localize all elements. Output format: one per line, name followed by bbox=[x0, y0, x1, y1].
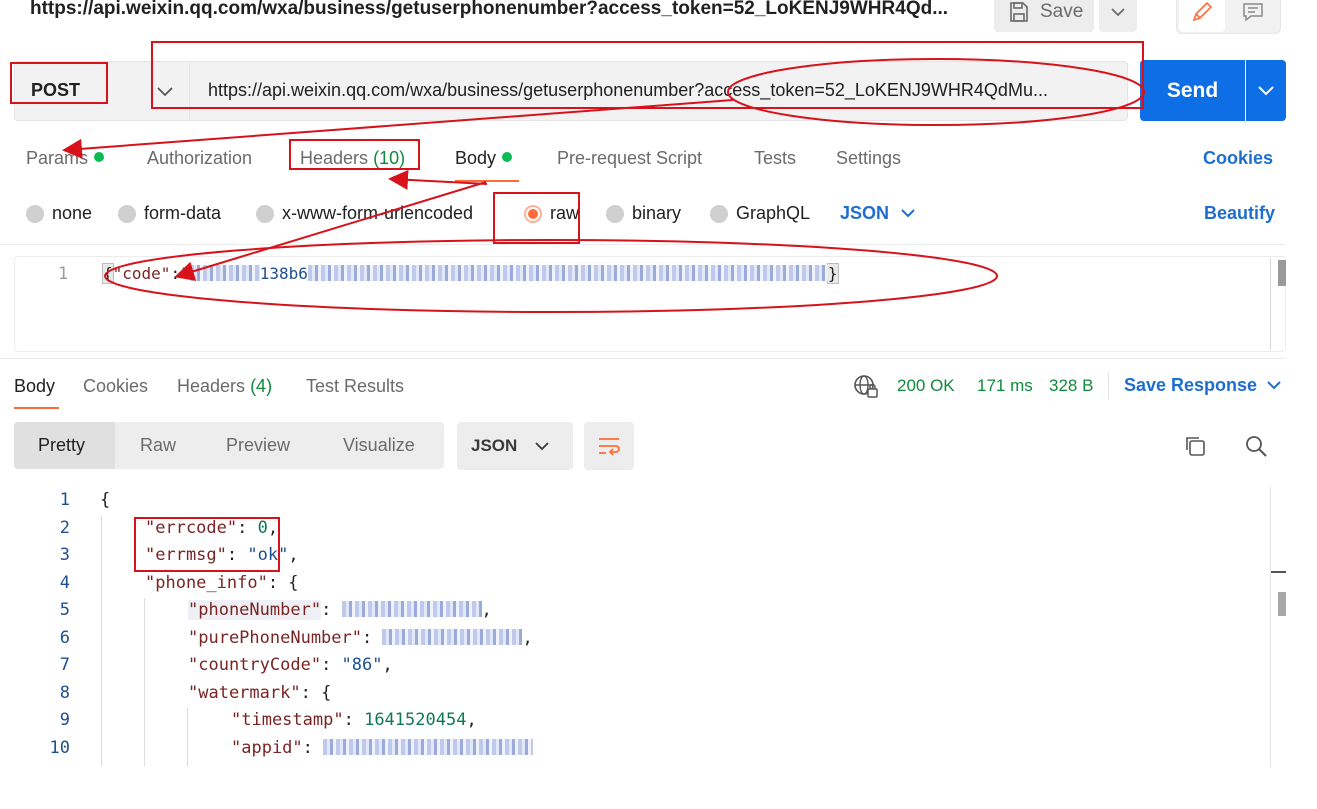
annotation-ellipse-token bbox=[727, 58, 1145, 126]
annotation-arrow-params bbox=[62, 99, 734, 159]
annotation-ellipse-body bbox=[104, 239, 998, 313]
annotation-overlay bbox=[62, 58, 1145, 313]
annotation-arrow-headers bbox=[388, 169, 488, 190]
annotation-arrow-body bbox=[174, 181, 487, 281]
